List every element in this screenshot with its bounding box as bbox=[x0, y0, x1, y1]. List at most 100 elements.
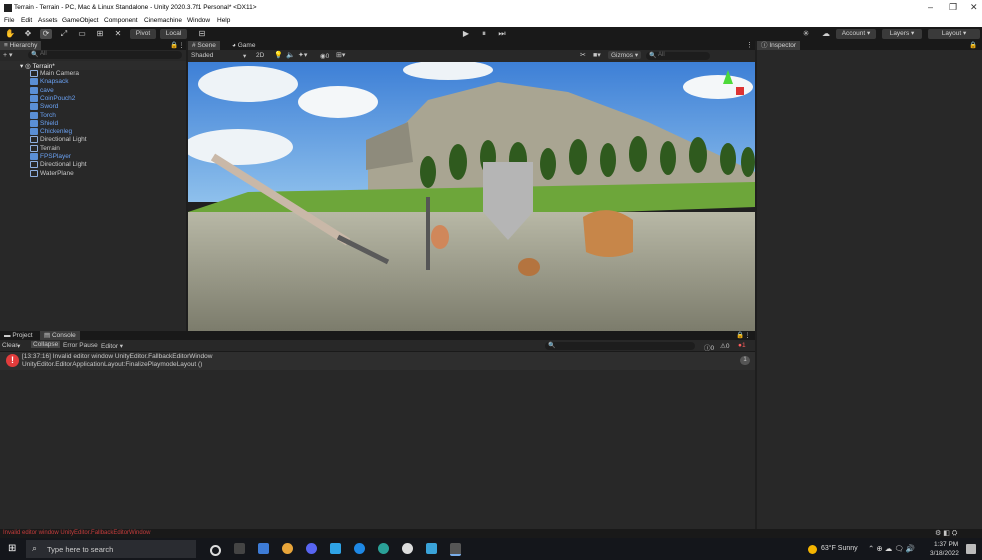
close-button[interactable]: ✕ bbox=[970, 2, 978, 13]
editor-dropdown[interactable]: Editor ▾ bbox=[101, 342, 123, 350]
grid-toggle-icon[interactable]: ⊞▾ bbox=[336, 51, 345, 59]
minimize-button[interactable]: – bbox=[928, 2, 933, 12]
hierarchy-item[interactable]: Torch bbox=[30, 111, 56, 119]
rect-tool-icon[interactable]: ▭ bbox=[76, 29, 88, 39]
edge-icon[interactable] bbox=[354, 543, 365, 554]
shading-dropdown[interactable]: Shaded bbox=[191, 52, 213, 59]
menu-file[interactable]: File bbox=[4, 17, 14, 24]
warning-count-toggle[interactable]: ⚠0 bbox=[720, 342, 729, 350]
menu-assets[interactable]: Assets bbox=[38, 17, 58, 24]
error-pause-toggle[interactable]: Error Pause bbox=[63, 342, 98, 349]
scale-tool-icon[interactable]: ⤢ bbox=[58, 29, 70, 39]
step-button-icon[interactable]: ⏭ bbox=[496, 29, 508, 39]
rotate-tool-icon[interactable]: ⟳ bbox=[40, 29, 52, 39]
account-dropdown[interactable]: Account ▾ bbox=[836, 29, 876, 39]
collapse-toggle[interactable]: Collapse bbox=[31, 341, 61, 348]
audio-toggle-icon[interactable]: 🔈 bbox=[286, 51, 295, 59]
weather-text[interactable]: 63°F Sunny bbox=[821, 545, 858, 552]
log-count-toggle[interactable]: ⓘ0 bbox=[704, 342, 714, 352]
menu-edit[interactable]: Edit bbox=[21, 17, 32, 24]
cloud-icon[interactable]: ☁ bbox=[820, 29, 832, 39]
hierarchy-item[interactable]: CoinPouch2 bbox=[30, 94, 75, 102]
hierarchy-item[interactable]: Main Camera bbox=[30, 70, 79, 77]
pause-button-icon[interactable]: ⏸ bbox=[478, 29, 490, 39]
hierarchy-item[interactable]: Directional Light bbox=[30, 161, 87, 169]
lock-icon[interactable]: 🔒⋮ bbox=[170, 41, 185, 49]
hierarchy-item[interactable]: Terrain bbox=[30, 144, 60, 152]
clock-date[interactable]: 3/18/2022 bbox=[930, 550, 959, 557]
custom-tool-icon[interactable]: ✕ bbox=[112, 29, 124, 39]
collab-icon[interactable]: ✳ bbox=[800, 29, 812, 39]
tab-game[interactable]: ◕ Game bbox=[228, 41, 259, 50]
gizmos-dropdown[interactable]: Gizmos ▾ bbox=[608, 51, 642, 59]
menu-window[interactable]: Window bbox=[187, 17, 210, 24]
menu-cinemachine[interactable]: Cinemachine bbox=[144, 17, 182, 24]
maximize-button[interactable]: ❐ bbox=[949, 2, 957, 13]
status-icons[interactable]: ⚙ ◧ ⛭ bbox=[935, 529, 957, 538]
play-button-icon[interactable]: ▶ bbox=[460, 29, 472, 39]
scene-viewport[interactable] bbox=[188, 62, 755, 331]
taskbar-search-input[interactable]: ⌕ Type here to search bbox=[26, 540, 196, 558]
move-tool-icon[interactable]: ✥ bbox=[22, 29, 34, 39]
chrome-icon[interactable] bbox=[282, 543, 293, 554]
camera-settings-icon[interactable]: ■▾ bbox=[593, 51, 601, 59]
hierarchy-item[interactable]: Shield bbox=[30, 119, 58, 127]
grid-snap-icon[interactable]: ⊟ bbox=[196, 29, 208, 39]
cortana-icon[interactable] bbox=[210, 545, 221, 556]
layers-dropdown[interactable]: Layers ▾ bbox=[882, 29, 922, 39]
photos-icon[interactable] bbox=[426, 543, 437, 554]
tab-console[interactable]: ▤ Console bbox=[40, 331, 80, 340]
discord-icon[interactable] bbox=[306, 543, 317, 554]
layout-dropdown[interactable]: Layout ▾ bbox=[928, 29, 980, 39]
todo-icon[interactable] bbox=[330, 543, 341, 554]
2d-toggle[interactable]: 2D bbox=[256, 52, 264, 59]
game-tab-label: Game bbox=[237, 42, 256, 49]
app-icon[interactable] bbox=[378, 543, 389, 554]
tray-icons[interactable]: ⌃ ⊕ ☁ 🗨 🔊 bbox=[868, 544, 915, 553]
menu-gameobject[interactable]: GameObject bbox=[62, 17, 99, 24]
menu-component[interactable]: Component bbox=[104, 17, 138, 24]
hierarchy-item[interactable]: Directional Light bbox=[30, 136, 87, 144]
clock-time[interactable]: 1:37 PM bbox=[934, 541, 958, 548]
lighting-toggle-icon[interactable]: 💡 bbox=[274, 51, 283, 59]
menu-help[interactable]: Help bbox=[217, 17, 230, 24]
tools-icon[interactable]: ✂ bbox=[580, 51, 586, 59]
hierarchy-item[interactable]: Knapsack bbox=[30, 78, 69, 86]
scene-search-input[interactable]: 🔍 All bbox=[646, 52, 710, 60]
windows-start-icon[interactable]: ⊞ bbox=[8, 544, 18, 554]
console-search-input[interactable]: 🔍 bbox=[545, 342, 695, 350]
hierarchy-item[interactable]: cave bbox=[30, 86, 54, 94]
tab-scene[interactable]: # Scene bbox=[188, 41, 220, 50]
clear-dropdown-arrow-icon[interactable]: ▾ bbox=[17, 342, 20, 350]
create-button[interactable]: + ▾ bbox=[3, 51, 13, 59]
unity-taskbar-icon[interactable] bbox=[450, 543, 461, 556]
tab-hierarchy[interactable]: ≡ Hierarchy bbox=[0, 41, 42, 50]
hidden-objects-toggle[interactable]: ◉0 bbox=[320, 52, 329, 60]
scene-root-row[interactable]: ▾ ◎ Terrain* bbox=[0, 61, 186, 70]
local-toggle[interactable]: Local bbox=[160, 29, 187, 39]
xbox-icon[interactable] bbox=[402, 543, 413, 554]
hierarchy-item[interactable]: FPSPlayer bbox=[30, 153, 71, 160]
inspector-lock-icon[interactable]: 🔒 bbox=[969, 41, 977, 49]
transform-tool-icon[interactable]: ⊞ bbox=[94, 29, 106, 39]
hierarchy-item[interactable]: Sword bbox=[30, 103, 58, 110]
scene-menu-icon[interactable]: ⋮ bbox=[746, 41, 753, 49]
clear-button[interactable]: Clear bbox=[2, 342, 18, 349]
tab-project[interactable]: ▬ Project bbox=[0, 331, 37, 340]
hand-tool-icon[interactable]: ✋ bbox=[4, 29, 16, 39]
status-message[interactable]: Invalid editor window UnityEditor.Fallba… bbox=[3, 530, 150, 536]
notifications-icon[interactable] bbox=[966, 544, 976, 554]
file-explorer-icon[interactable] bbox=[258, 543, 269, 554]
hierarchy-search-input[interactable]: 🔍 All bbox=[28, 51, 182, 59]
console-entry[interactable]: ! [13:37:16] Invalid editor window Unity… bbox=[0, 352, 755, 370]
task-view-icon[interactable] bbox=[234, 543, 245, 554]
pivot-toggle[interactable]: Pivot bbox=[130, 29, 156, 39]
tab-inspector[interactable]: ⓘ Inspector bbox=[757, 41, 801, 50]
console-lock-icon[interactable]: 🔒⋮ bbox=[736, 331, 751, 339]
shading-dropdown-arrow-icon[interactable]: ▾ bbox=[243, 52, 246, 60]
error-count-toggle[interactable]: ●1 bbox=[738, 342, 746, 349]
hierarchy-panel: ≡ Hierarchy 🔒⋮ + ▾ 🔍 All ▾ ◎ Terrain* Ma… bbox=[0, 41, 186, 331]
hierarchy-item[interactable]: Chickenleg bbox=[30, 128, 72, 135]
effects-toggle-icon[interactable]: ✦▾ bbox=[298, 51, 307, 59]
hierarchy-item[interactable]: WaterPlane bbox=[30, 169, 74, 177]
